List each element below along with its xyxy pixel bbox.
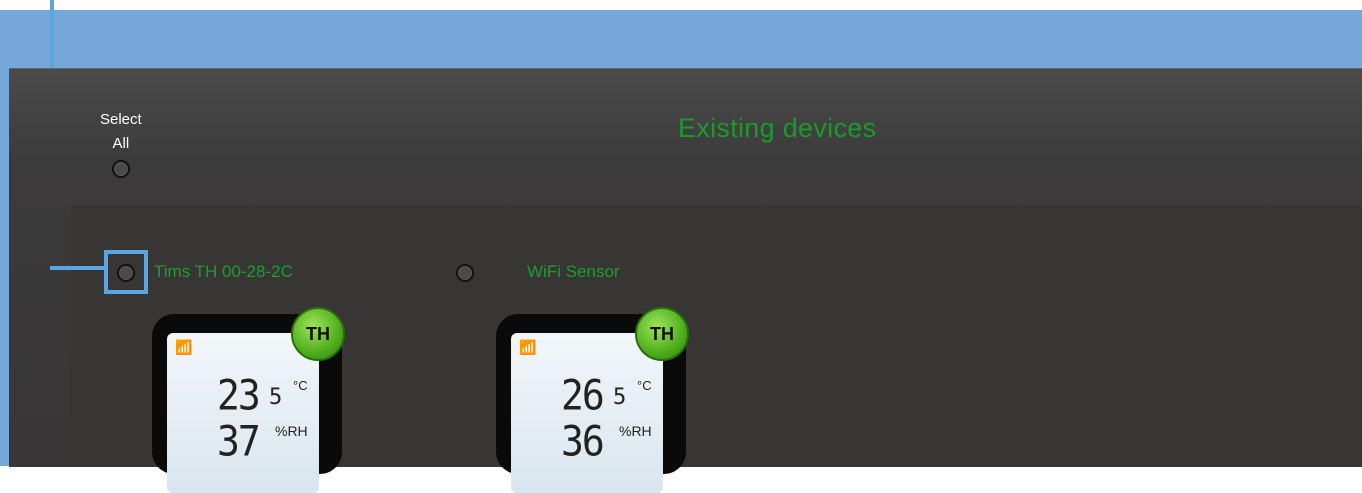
antenna-icon: 📶 (175, 339, 193, 355)
device-type-badge-1: TH (291, 307, 345, 361)
select-all-control[interactable]: Select All (100, 108, 142, 178)
humidity-value-1: 37 (217, 416, 261, 466)
temperature-value-1: 23 (217, 370, 261, 420)
humidity-value-2: 36 (561, 416, 605, 466)
antenna-icon: 📶 (519, 339, 537, 355)
select-all-label-line2: All (112, 135, 130, 152)
device-name-1[interactable]: Tims TH 00-28-2C (154, 262, 293, 282)
temperature-decimal-2: 5 (613, 385, 627, 410)
device-type-badge-2: TH (635, 307, 689, 361)
temperature-decimal-1: 5 (269, 385, 283, 410)
humidity-unit-1: %RH (275, 423, 308, 439)
select-all-radio[interactable] (111, 160, 130, 178)
temperature-unit-2: °C (637, 378, 652, 393)
temperature-value-2: 26 (561, 370, 605, 420)
page-title: Existing devices (678, 113, 877, 143)
select-all-label-line1: Select (100, 111, 142, 128)
device-lcd-2: 📶 26 5 °C 36 %RH (511, 333, 663, 493)
temperature-unit-1: °C (293, 378, 308, 393)
callout-line-horizontal (50, 266, 106, 270)
device-select-radio-2[interactable] (456, 264, 474, 282)
device-name-2[interactable]: WiFi Sensor (527, 262, 620, 282)
device-card-1[interactable]: 📶 23 5 °C 37 %RH TH (152, 307, 345, 493)
device-lcd-1: 📶 23 5 °C 37 %RH (167, 333, 319, 493)
humidity-unit-2: %RH (619, 423, 652, 439)
device-card-2[interactable]: 📶 26 5 °C 36 %RH TH (496, 307, 689, 493)
callout-highlight-box (104, 250, 148, 294)
